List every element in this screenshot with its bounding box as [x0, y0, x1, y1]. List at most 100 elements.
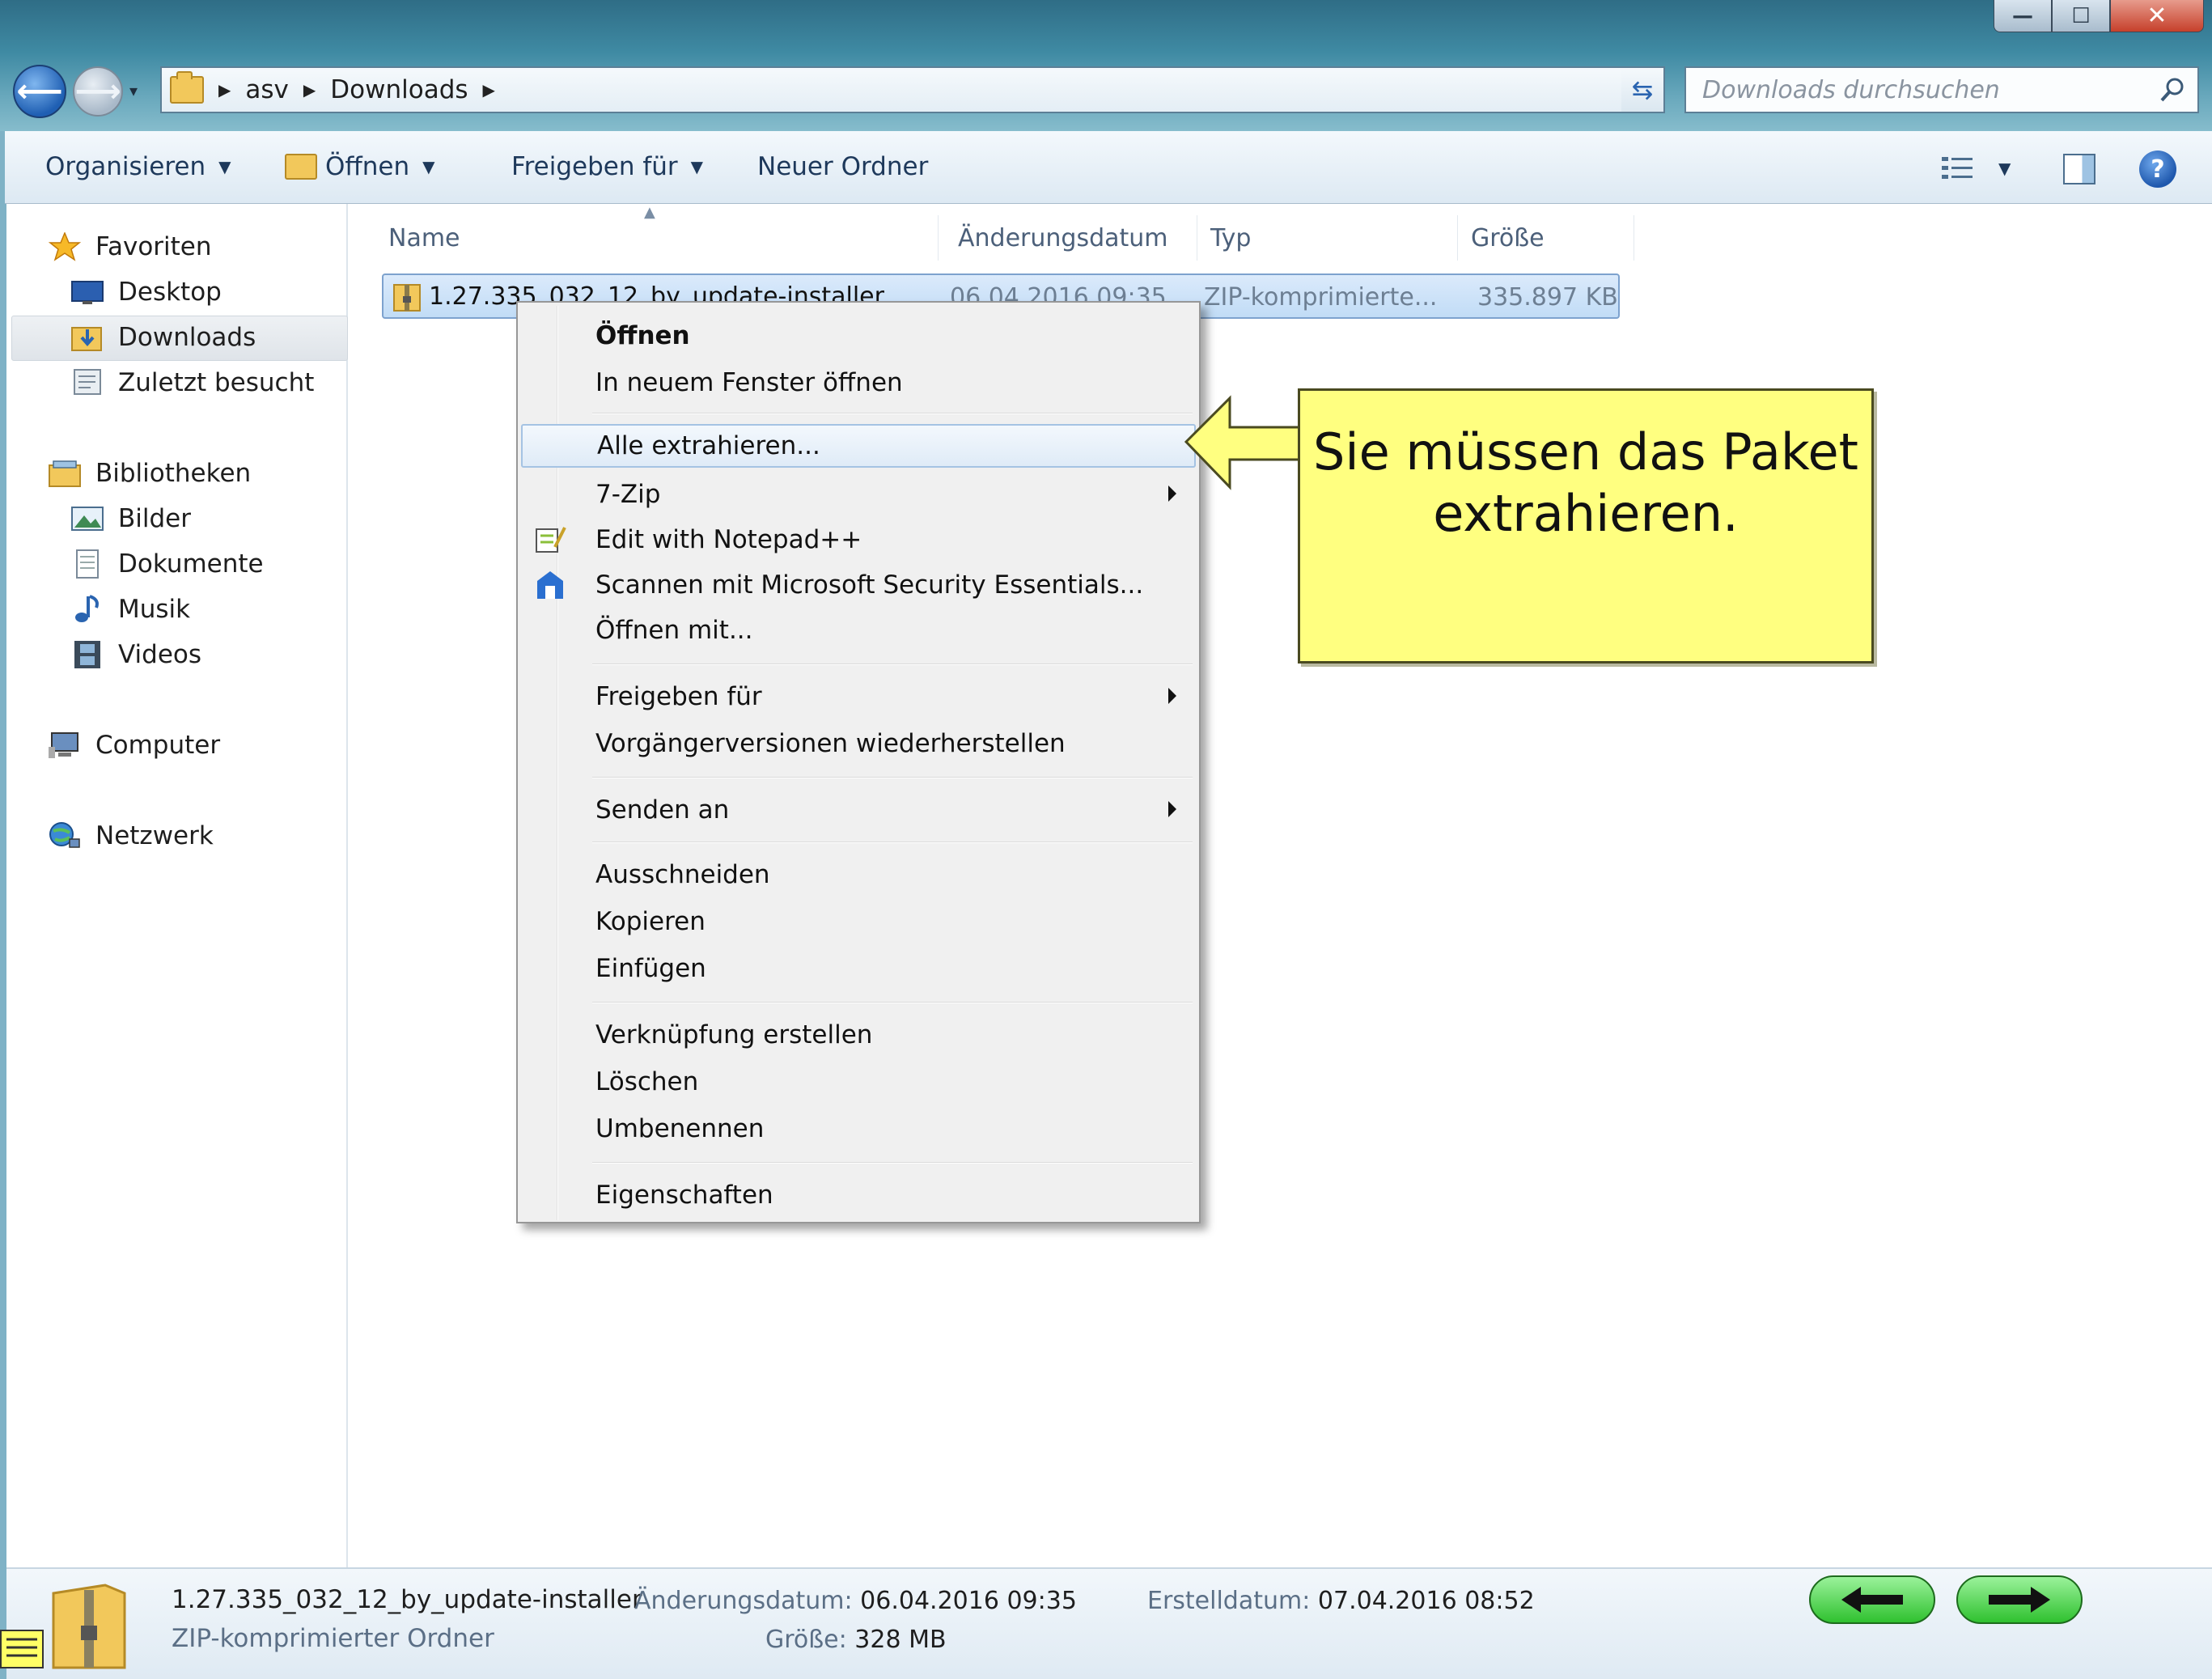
- column-header-type[interactable]: Typ: [1197, 215, 1458, 261]
- column-label: Name: [388, 223, 460, 252]
- menu-item-copy[interactable]: Kopieren: [521, 900, 1196, 943]
- column-header-modified[interactable]: Änderungsdatum: [939, 215, 1197, 261]
- nav-recent[interactable]: Zuletzt besucht: [71, 363, 314, 403]
- window-frame: [0, 131, 6, 1679]
- view-options-icon[interactable]: [1942, 155, 1974, 181]
- menu-item-open-new-window[interactable]: In neuem Fenster öffnen: [521, 361, 1196, 405]
- network-globe-icon: [49, 821, 81, 850]
- share-menu[interactable]: Freigeben für ▼: [511, 152, 703, 181]
- context-menu: Öffnen In neuem Fenster öffnen Alle extr…: [516, 301, 1201, 1223]
- forward-button[interactable]: ⟶: [73, 66, 123, 117]
- zip-folder-icon: [393, 284, 421, 312]
- menu-label: Kopieren: [595, 907, 706, 936]
- menu-item-extract-all[interactable]: Alle extrahieren...: [521, 424, 1196, 468]
- file-type: ZIP-komprimierte...: [1204, 283, 1438, 312]
- menu-label: Ausschneiden: [595, 860, 770, 889]
- menu-item-properties[interactable]: Eigenschaften: [521, 1173, 1196, 1217]
- nav-downloads[interactable]: Downloads: [71, 317, 256, 358]
- submenu-arrow-icon: [1168, 688, 1176, 704]
- nav-label: Favoriten: [95, 232, 212, 261]
- menu-label: Edit with Notepad++: [595, 525, 862, 554]
- submenu-arrow-icon: [1168, 485, 1176, 502]
- file-size: 335.897 KB: [1477, 283, 1618, 312]
- new-folder-button[interactable]: Neuer Ordner: [757, 152, 928, 181]
- menu-item-paste[interactable]: Einfügen: [521, 947, 1196, 990]
- organize-menu[interactable]: Organisieren ▼: [45, 152, 231, 181]
- help-icon[interactable]: ?: [2139, 151, 2176, 188]
- details-created: Erstelldatum: 07.04.2016 08:52: [1147, 1587, 1535, 1615]
- nav-videos[interactable]: Videos: [71, 634, 201, 675]
- details-pane: 1.27.335_032_12_by_update-installer ZIP-…: [6, 1567, 2212, 1679]
- menu-label: Öffnen mit...: [595, 616, 753, 645]
- menu-item-open-with[interactable]: Öffnen mit...: [521, 608, 1196, 652]
- menu-separator: [592, 1002, 1193, 1003]
- command-toolbar: Organisieren ▼ Öffnen ▼ Freigeben für ▼ …: [5, 131, 2212, 204]
- callout-line: Sie müssen das Paket: [1313, 422, 1858, 481]
- callout-arrow-icon: [1184, 395, 1304, 490]
- search-icon[interactable]: [2159, 76, 2186, 104]
- submenu-arrow-icon: [1168, 801, 1176, 817]
- security-essentials-icon: [537, 571, 563, 599]
- refresh-button[interactable]: ⇆: [1621, 66, 1665, 113]
- recent-pages-dropdown[interactable]: ▾: [129, 81, 149, 100]
- menu-item-7zip[interactable]: 7-Zip: [521, 473, 1196, 516]
- nav-favorites[interactable]: Favoriten: [48, 227, 212, 267]
- caret-down-icon: ▼: [422, 157, 435, 176]
- menu-item-restore-versions[interactable]: Vorgängerversionen wiederherstellen: [521, 722, 1196, 765]
- details-label: Größe:: [765, 1626, 847, 1654]
- arrow-left-icon: [1841, 1587, 1903, 1613]
- tutorial-next-button[interactable]: [1956, 1575, 2083, 1624]
- details-value: 07.04.2016 08:52: [1317, 1587, 1535, 1615]
- menu-item-cut[interactable]: Ausschneiden: [521, 853, 1196, 897]
- organize-label: Organisieren: [45, 152, 206, 181]
- open-label: Öffnen: [325, 152, 410, 181]
- menu-item-rename[interactable]: Umbenennen: [521, 1107, 1196, 1151]
- details-label: Erstelldatum:: [1147, 1587, 1311, 1615]
- breadcrumb-asv[interactable]: asv: [245, 75, 289, 104]
- nav-documents[interactable]: Dokumente: [71, 544, 264, 584]
- folder-open-icon: [285, 154, 317, 180]
- breadcrumb-separator-icon[interactable]: ▶: [218, 80, 231, 100]
- sticky-note-icon[interactable]: [0, 1630, 44, 1668]
- nav-desktop[interactable]: Desktop: [71, 272, 222, 312]
- refresh-icon: ⇆: [1631, 74, 1654, 105]
- column-header-name[interactable]: Name: [350, 215, 939, 261]
- nav-computer[interactable]: Computer: [49, 725, 220, 765]
- maximize-button[interactable]: ☐: [2052, 0, 2110, 32]
- breadcrumb-separator-icon[interactable]: ▶: [483, 80, 495, 100]
- star-icon: [48, 231, 82, 261]
- nav-network[interactable]: Netzwerk: [49, 816, 214, 856]
- close-button[interactable]: ✕: [2110, 0, 2204, 32]
- menu-item-create-shortcut[interactable]: Verknüpfung erstellen: [521, 1013, 1196, 1057]
- breadcrumb-downloads[interactable]: Downloads: [330, 75, 468, 104]
- open-menu[interactable]: Öffnen ▼: [285, 152, 435, 181]
- view-dropdown-caret-icon[interactable]: ▼: [1998, 159, 2011, 178]
- menu-separator: [592, 842, 1193, 843]
- breadcrumb-separator-icon[interactable]: ▶: [303, 80, 316, 100]
- menu-label: Umbenennen: [595, 1114, 765, 1143]
- menu-label: Eigenschaften: [595, 1181, 773, 1210]
- nav-libraries[interactable]: Bibliotheken: [49, 453, 251, 494]
- nav-label: Desktop: [118, 278, 222, 307]
- column-label: Typ: [1210, 223, 1252, 252]
- details-file-name: 1.27.335_032_12_by_update-installer: [172, 1585, 642, 1614]
- details-modified: Änderungsdatum: 06.04.2016 09:35: [634, 1587, 1077, 1615]
- preview-pane-icon[interactable]: [2063, 154, 2095, 184]
- search-input[interactable]: Downloads durchsuchen: [1684, 66, 2199, 113]
- nav-pictures[interactable]: Bilder: [71, 498, 191, 539]
- menu-item-scan-mse[interactable]: Scannen mit Microsoft Security Essential…: [521, 563, 1196, 607]
- menu-item-send-to[interactable]: Senden an: [521, 788, 1196, 832]
- address-bar[interactable]: ▶ asv ▶ Downloads ▶ ▼: [160, 66, 1657, 113]
- menu-item-share[interactable]: Freigeben für: [521, 675, 1196, 719]
- tutorial-back-button[interactable]: [1809, 1575, 1935, 1624]
- window-controls: — ☐ ✕: [1994, 0, 2204, 34]
- nav-music[interactable]: Musik: [71, 589, 190, 630]
- column-header-size[interactable]: Größe: [1458, 215, 1634, 261]
- menu-item-edit-notepad[interactable]: Edit with Notepad++: [521, 518, 1196, 562]
- menu-item-delete[interactable]: Löschen: [521, 1060, 1196, 1104]
- folder-icon: [170, 71, 204, 104]
- minimize-button[interactable]: —: [1994, 0, 2052, 32]
- back-button[interactable]: ⟵: [13, 65, 66, 118]
- menu-item-open[interactable]: Öffnen: [521, 314, 1196, 358]
- nav-label: Computer: [95, 731, 221, 760]
